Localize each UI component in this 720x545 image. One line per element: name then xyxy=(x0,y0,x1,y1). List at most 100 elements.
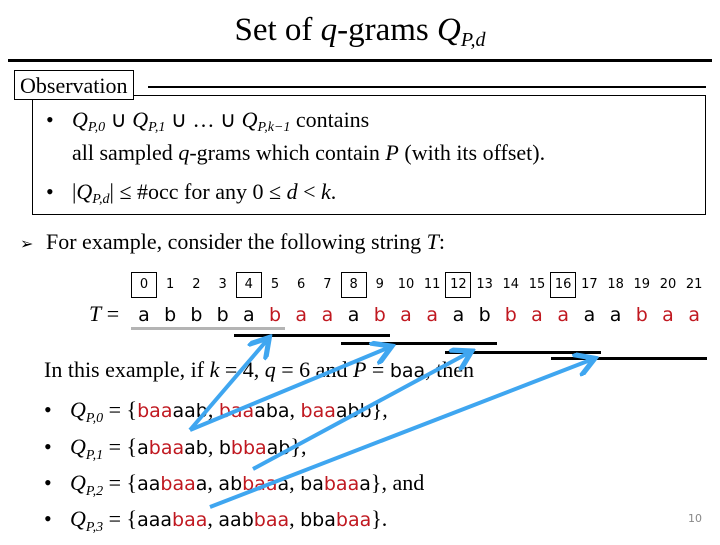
set-open: = { xyxy=(103,397,138,422)
title-subscript: P,d xyxy=(460,29,486,51)
qgram-part: a xyxy=(277,473,290,495)
string-char: a xyxy=(295,304,308,326)
bullet-dot-icon: • xyxy=(46,107,54,132)
index-label: 14 xyxy=(502,277,520,292)
string-char: a xyxy=(531,304,543,326)
observation-bullet-2: • |QP,d| ≤ #occ for any 0 ≤ d < k. xyxy=(46,178,336,214)
qgram: abaaab xyxy=(137,437,208,459)
title-symbol: Q xyxy=(437,12,461,48)
q-var: q xyxy=(264,357,276,382)
d-var: d xyxy=(286,179,298,204)
arrow-bullet-icon: ➢ xyxy=(20,234,34,253)
bullet-text: ≤ #occ for any 0 ≤ xyxy=(113,179,287,204)
example-text: For example, consider the following stri… xyxy=(46,229,427,254)
string-char: a xyxy=(242,304,255,326)
intro-text: = 6 and xyxy=(275,357,353,382)
pattern-highlight: baa xyxy=(148,437,185,459)
qgram: bbbaab xyxy=(219,437,291,459)
string-char: a xyxy=(400,304,412,326)
string-t-label: T = xyxy=(89,301,119,327)
index-label: 8 xyxy=(340,272,367,298)
qgram-part: aa xyxy=(137,473,161,495)
index-label: 9 xyxy=(375,277,384,292)
qgram: aabbaa xyxy=(218,509,289,531)
set-close: }, and xyxy=(370,470,425,495)
intro-text: , then xyxy=(425,357,475,382)
string-char: a xyxy=(138,304,150,326)
observation-label: Observation xyxy=(14,70,134,100)
index-label: 17 xyxy=(581,277,598,292)
index-label: 1 xyxy=(166,277,175,292)
qgram-part: a xyxy=(137,437,149,459)
index-label: 6 xyxy=(297,277,306,292)
index-label: 15 xyxy=(528,277,546,292)
index-label: 11 xyxy=(423,277,441,292)
observation-top-border xyxy=(148,86,706,88)
separator: , xyxy=(289,397,301,422)
q-symbol: Q xyxy=(70,397,86,422)
qgram-set-3: • QP,3 = {aaabaa, aabbaa, bbabaa}. xyxy=(44,502,387,545)
qgram-part: ba xyxy=(300,473,324,495)
bullet-dot-icon: • xyxy=(46,179,54,204)
string-char: b xyxy=(216,304,229,326)
q-subscript: P,k−1 xyxy=(257,120,291,135)
index-label: 16 xyxy=(550,272,577,298)
intro-text: In this example, if xyxy=(44,357,210,382)
q-subscript: P,1 xyxy=(148,120,166,135)
index-label: 20 xyxy=(659,277,677,292)
pattern-highlight: baa xyxy=(253,509,290,531)
p-var: P xyxy=(352,357,367,382)
index-label: 2 xyxy=(192,277,201,292)
q-subscript: P,2 xyxy=(85,484,104,499)
q-symbol: Q xyxy=(72,107,88,132)
qgram: baaabb xyxy=(301,400,372,422)
example-intro: ➢ For example, consider the following str… xyxy=(20,228,445,258)
bullet-text: -grams which contain xyxy=(189,140,386,165)
q-var: q xyxy=(178,140,190,165)
q-subscript: P,0 xyxy=(85,411,104,426)
q-symbol: Q xyxy=(76,179,93,204)
q-subscript: P,d xyxy=(92,192,110,207)
qgram-part: a xyxy=(195,473,208,495)
q-subscript: P,3 xyxy=(85,520,104,535)
k-var: k xyxy=(320,179,331,204)
string-char: a xyxy=(452,304,465,326)
string-char: a xyxy=(347,304,360,326)
string-char: b xyxy=(268,304,282,326)
string-char: b xyxy=(164,304,177,326)
string-char: a xyxy=(557,304,570,326)
qgram-part: ab xyxy=(218,473,243,495)
window-line-1 xyxy=(234,334,390,337)
set-close: }, xyxy=(290,434,307,459)
title-prefix: Set of xyxy=(234,12,321,48)
slide-title: Set of q-grams QP,d xyxy=(0,10,720,60)
qgram: abbaaa xyxy=(218,473,289,495)
index-label: 19 xyxy=(633,277,651,292)
qgram: baaaba xyxy=(219,400,290,422)
observation-bullet-1-line-2: all sampled q-grams which contain P (wit… xyxy=(72,139,545,167)
q-symbol: Q xyxy=(241,107,258,132)
bullet-dot-icon: • xyxy=(44,506,52,531)
separator: , xyxy=(289,470,301,495)
pattern-highlight: baa xyxy=(335,509,372,531)
set-close: }, xyxy=(371,397,388,422)
q-subscript: P,0 xyxy=(87,120,106,135)
title-q: q xyxy=(320,12,338,48)
separator: , xyxy=(207,470,219,495)
union-op: ∪ … ∪ xyxy=(165,107,242,132)
intro-text: = xyxy=(366,357,390,382)
window-line-gray xyxy=(131,327,285,330)
index-label: 4 xyxy=(235,272,262,298)
string-char: a xyxy=(321,304,334,326)
set-open: = { xyxy=(103,506,138,531)
qgram-part: a xyxy=(359,473,371,495)
bullet-text: all sampled xyxy=(72,140,179,165)
qgram: aaabaa xyxy=(137,509,207,531)
qgram-part: b xyxy=(218,437,231,459)
t-symbol: T xyxy=(89,301,102,326)
bullet-text: . xyxy=(330,179,337,204)
index-label: 7 xyxy=(323,277,332,292)
qgram-part: bba xyxy=(300,509,336,531)
separator: , xyxy=(289,506,301,531)
index-label: 10 xyxy=(397,277,415,292)
